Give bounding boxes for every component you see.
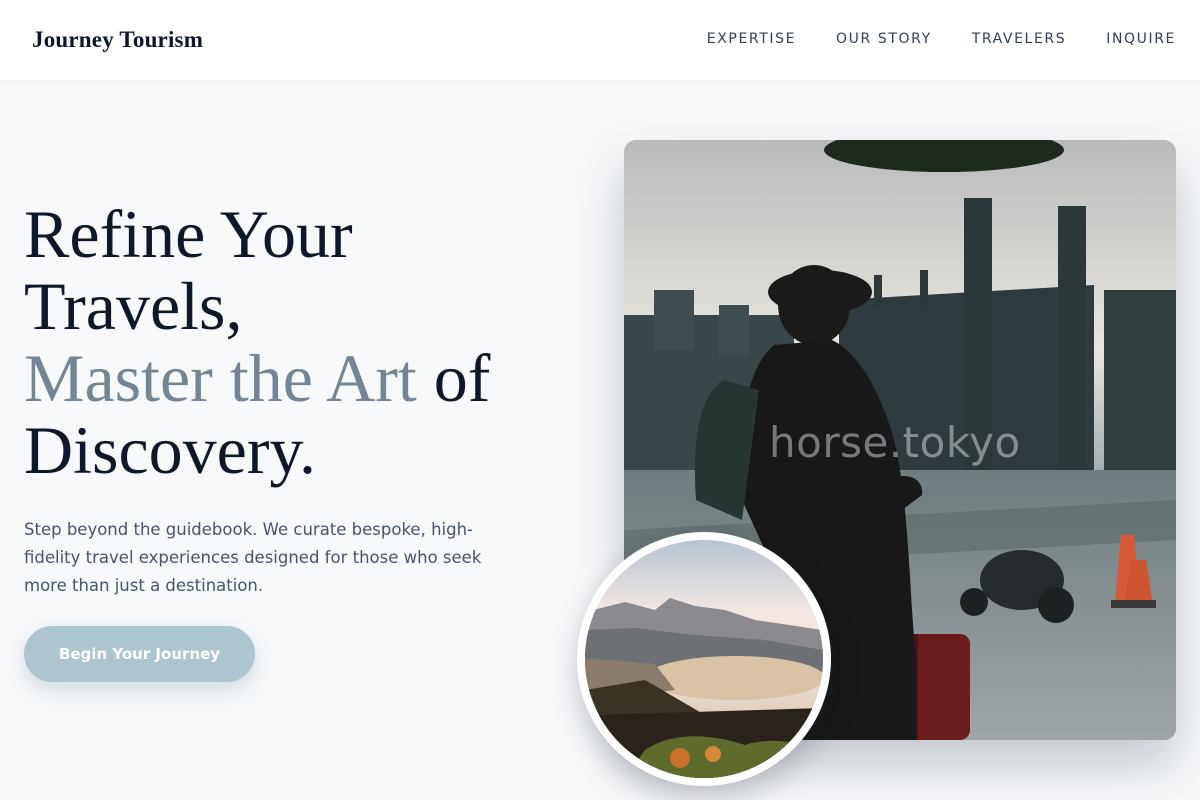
nav-link-inquire[interactable]: INQUIRE <box>1106 31 1176 47</box>
secondary-circle-image <box>577 532 831 786</box>
brand-logo[interactable]: Journey Tourism <box>32 27 203 53</box>
nav-link-our-story[interactable]: OUR STORY <box>836 31 932 47</box>
mountain-viewpoint-photo <box>585 540 823 778</box>
top-navbar: Journey Tourism EXPERTISE OUR STORY TRAV… <box>0 0 1200 80</box>
nav-link-travelers[interactable]: TRAVELERS <box>972 31 1066 47</box>
hero-subtext: Step beyond the guidebook. We curate bes… <box>24 520 482 595</box>
headline-accent: Master the Art <box>24 340 417 416</box>
nav-links: EXPERTISE OUR STORY TRAVELERS INQUIRE <box>707 31 1176 47</box>
image-watermark: horse.tokyo <box>769 418 1021 467</box>
hero-section: Refine Your Travels, Master the Art of D… <box>24 198 564 682</box>
begin-journey-button[interactable]: Begin Your Journey <box>24 626 255 682</box>
nav-link-expertise[interactable]: EXPERTISE <box>707 31 796 47</box>
hero-headline: Refine Your Travels, Master the Art of D… <box>24 198 564 486</box>
headline-part-1: Refine Your Travels, <box>24 196 353 344</box>
